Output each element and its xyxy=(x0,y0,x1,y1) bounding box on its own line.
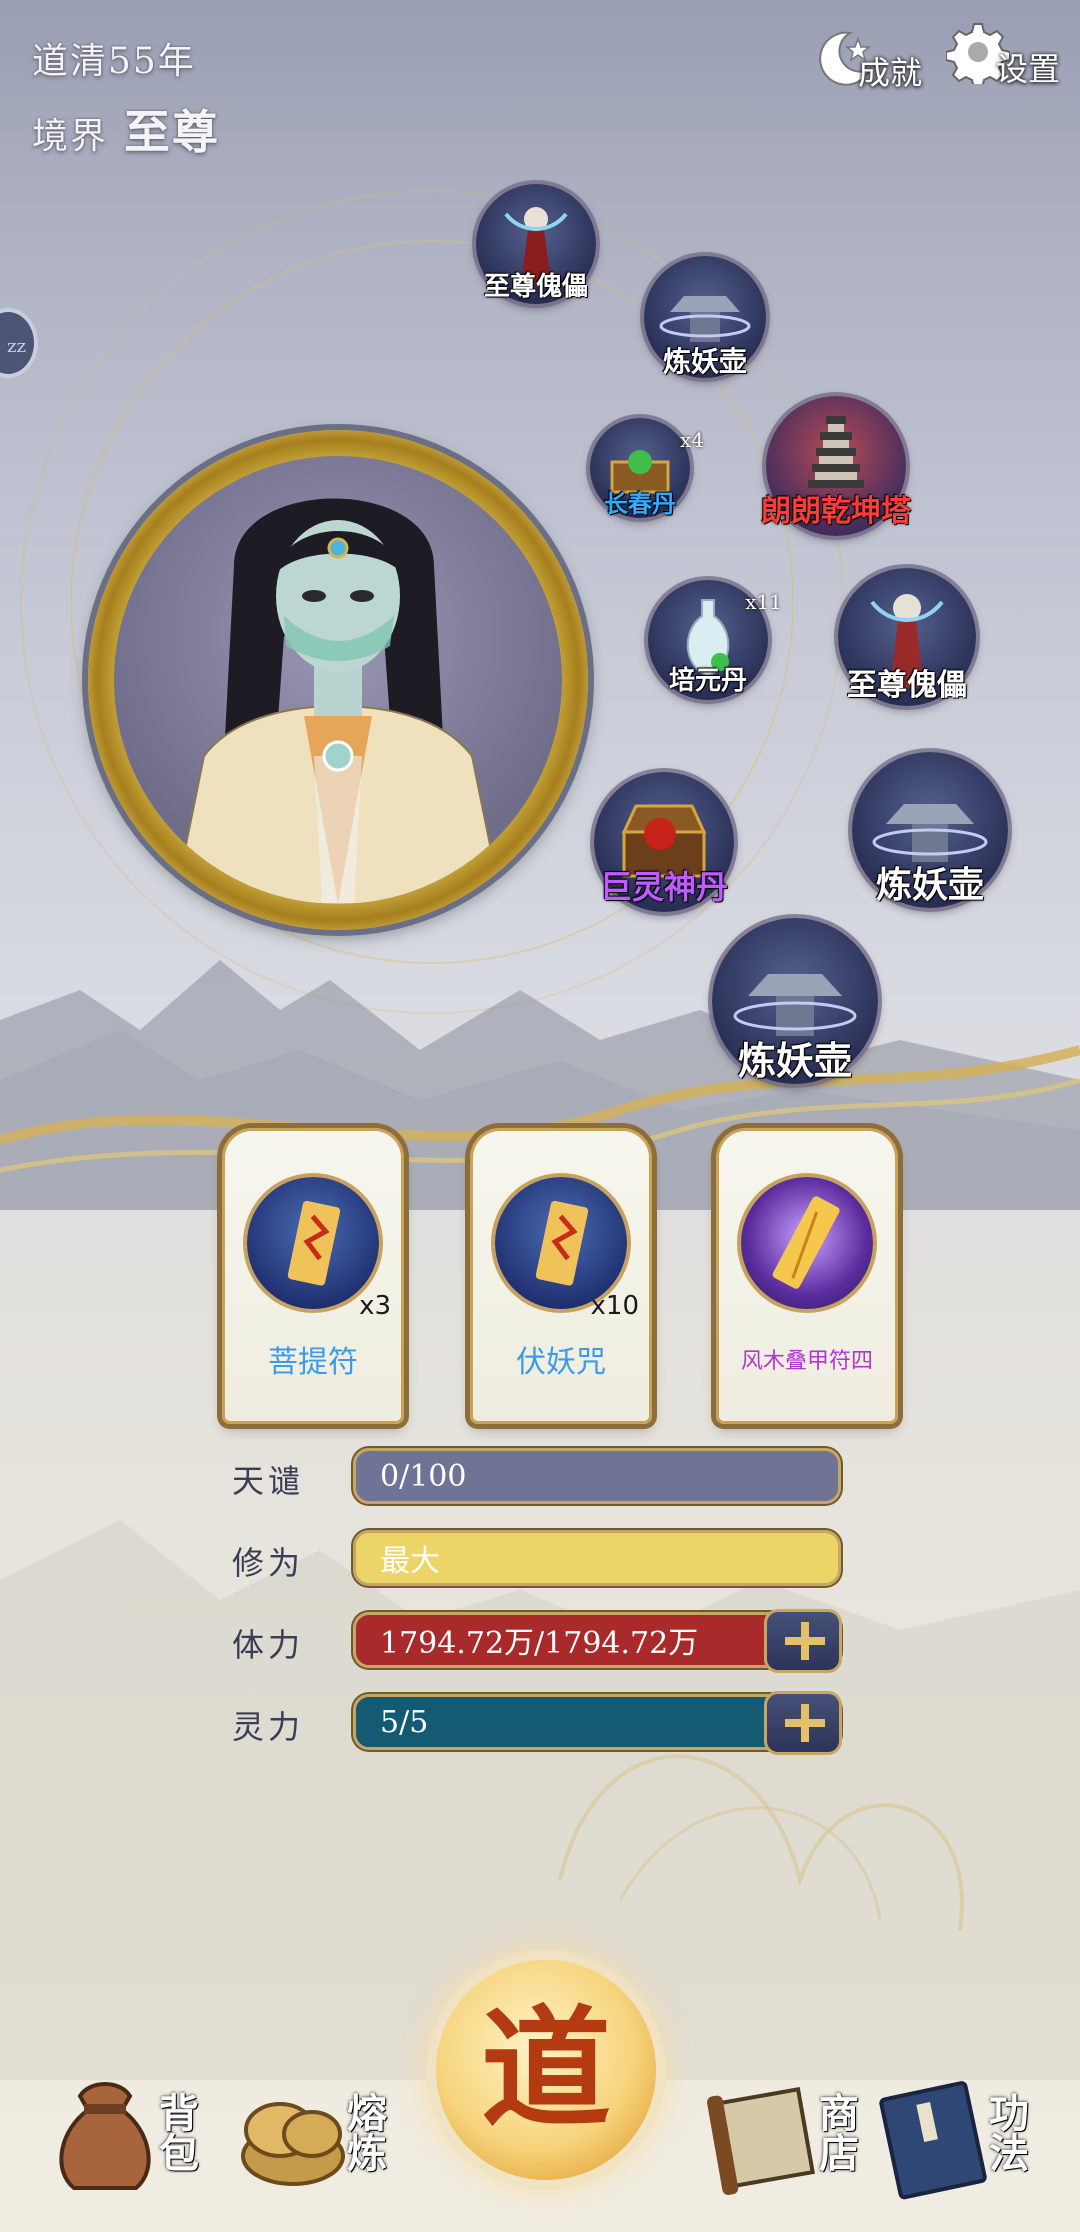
character-avatar xyxy=(114,456,562,904)
stat-label: 天谴 xyxy=(232,1462,305,1500)
add-tili-button[interactable] xyxy=(764,1609,842,1673)
nav-bag-label: 背包 xyxy=(152,2092,199,2172)
item-zhizun-puppet[interactable]: 至尊傀儡 xyxy=(476,184,596,304)
item-label: 长春丹 xyxy=(604,489,676,518)
item-label: 炼妖壶 xyxy=(737,1038,853,1083)
stat-value: 1794.72万/1794.72万 xyxy=(380,1626,699,1661)
item-label: 培元丹 xyxy=(668,666,748,696)
character-figure xyxy=(172,498,504,904)
nav-smelt[interactable]: 熔炼 xyxy=(228,2060,398,2210)
talisman-card[interactable]: x10 伏妖咒 xyxy=(470,1128,652,1424)
realm-value: 至尊 xyxy=(124,105,221,159)
lingli-bar: 5/5 xyxy=(353,1691,842,1755)
settings-label: 设置 xyxy=(996,50,1061,88)
item-label: 炼妖壶 xyxy=(875,864,985,906)
realm-label: 境界 xyxy=(32,116,109,157)
ingot-icon xyxy=(241,2102,345,2186)
card-name: 伏妖咒 xyxy=(516,1345,606,1380)
tianqian-bar: 0/100 xyxy=(353,1448,841,1504)
item-count: x4 xyxy=(679,428,704,452)
bag-icon xyxy=(59,2082,151,2190)
side-tab-label: zz xyxy=(7,336,26,357)
achievements-label: 成就 xyxy=(858,54,923,92)
scroll-icon xyxy=(495,1177,627,1309)
item-changchun-pill[interactable]: x4 长春丹 xyxy=(590,418,704,518)
card-name: 菩提符 xyxy=(268,1345,358,1380)
achievements-button[interactable]: 成就 xyxy=(812,20,922,94)
item-lianyao-pot[interactable]: 炼妖壶 xyxy=(712,918,878,1084)
card-name: 风木叠甲符四 xyxy=(740,1349,873,1374)
item-peiyuan-pill[interactable]: x11 培元丹 xyxy=(648,580,782,700)
scroll-icon xyxy=(741,1177,873,1309)
item-label: 至尊傀儡 xyxy=(847,668,967,703)
talisman-card[interactable]: 风木叠甲符四 xyxy=(716,1128,898,1424)
item-langlang-tower[interactable]: 朗朗乾坤塔 xyxy=(761,396,911,536)
dao-button[interactable]: 道 xyxy=(436,1960,656,2180)
realm-info: 境界 至尊 xyxy=(32,96,220,162)
item-label: 巨灵神丹 xyxy=(599,868,729,906)
daoqing-year: 道清55年 xyxy=(32,41,196,82)
book-icon xyxy=(879,2081,987,2200)
add-lingli-button[interactable] xyxy=(764,1691,842,1755)
item-count: x11 xyxy=(745,590,782,614)
nav-skills[interactable]: 功法 xyxy=(870,2060,1040,2210)
talisman-card[interactable]: x3 菩提符 xyxy=(222,1128,404,1424)
nav-smelt-label: 熔炼 xyxy=(340,2092,387,2172)
tili-bar: 1794.72万/1794.72万 xyxy=(353,1609,842,1673)
item-zhizun-puppet[interactable]: 至尊傀儡 xyxy=(838,568,976,706)
nav-bag[interactable]: 背包 xyxy=(40,2060,210,2210)
nav-skills-label: 功法 xyxy=(982,2092,1029,2172)
scroll-map-icon xyxy=(707,2087,815,2195)
item-label: 炼妖壶 xyxy=(662,345,748,378)
scroll-icon xyxy=(247,1177,379,1309)
item-label: 朗朗乾坤塔 xyxy=(761,494,911,529)
nav-shop-label: 商店 xyxy=(812,2092,859,2172)
card-count: x3 xyxy=(359,1291,391,1321)
xiuwei-bar: 最大 xyxy=(353,1530,841,1586)
settings-button[interactable]: 设置 xyxy=(946,14,1060,90)
item-juling-pill[interactable]: 巨灵神丹 xyxy=(594,772,734,912)
card-count: x10 xyxy=(590,1291,639,1321)
stat-label: 修为 xyxy=(232,1544,305,1582)
stat-value: 0/100 xyxy=(380,1458,467,1494)
side-tab[interactable]: zz xyxy=(0,308,38,378)
stat-value: 5/5 xyxy=(380,1704,429,1740)
item-label: 至尊傀儡 xyxy=(483,272,589,302)
item-lianyao-pot[interactable]: 炼妖壶 xyxy=(852,752,1008,908)
nav-shop[interactable]: 商店 xyxy=(700,2060,870,2210)
item-lianyao-pot[interactable]: 炼妖壶 xyxy=(644,256,766,378)
stat-label: 灵力 xyxy=(232,1708,305,1746)
dao-label: 道 xyxy=(480,1992,611,2145)
stat-value: 最大 xyxy=(380,1544,440,1579)
stat-label: 体力 xyxy=(232,1626,305,1664)
character-portrait[interactable] xyxy=(88,430,588,930)
